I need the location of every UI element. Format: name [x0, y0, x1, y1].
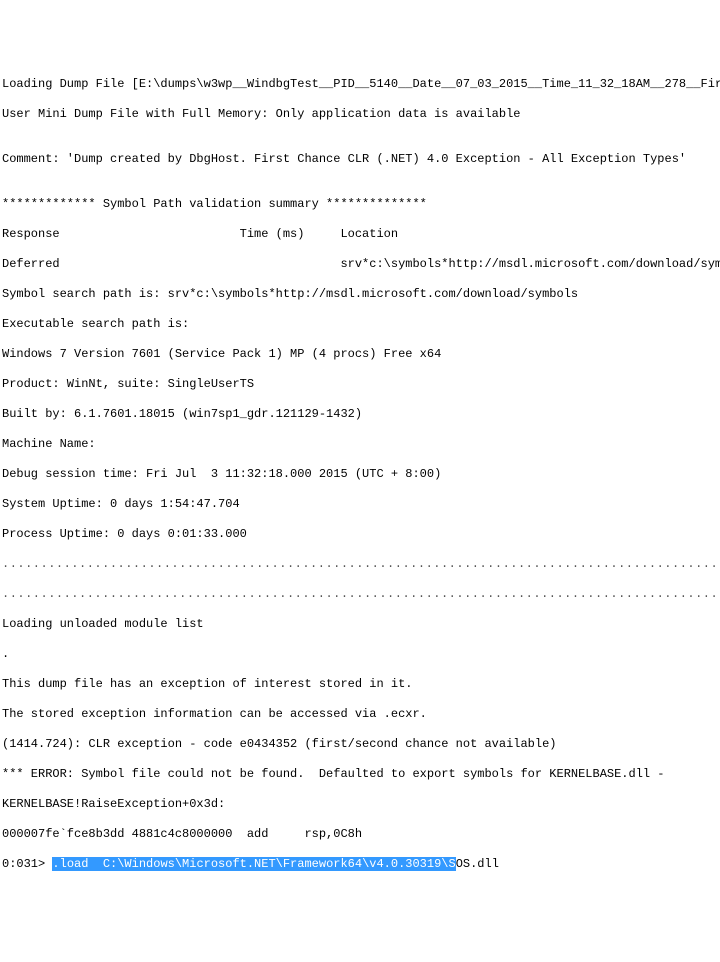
command-line[interactable]: 0:031> .load C:\Windows\Microsoft.NET\Fr…: [2, 857, 718, 872]
output-line: KERNELBASE!RaiseException+0x3d:: [2, 797, 718, 812]
output-line-dots: ........................................…: [2, 587, 718, 602]
output-line: Product: WinNt, suite: SingleUserTS: [2, 377, 718, 392]
output-line: User Mini Dump File with Full Memory: On…: [2, 107, 718, 122]
output-line-dots: ........................................…: [2, 557, 718, 572]
output-line: Deferred srv*c:\symbols*http://msdl.micr…: [2, 257, 718, 272]
output-line: Built by: 6.1.7601.18015 (win7sp1_gdr.12…: [2, 407, 718, 422]
output-line: Windows 7 Version 7601 (Service Pack 1) …: [2, 347, 718, 362]
output-line: The stored exception information can be …: [2, 707, 718, 722]
prompt-prefix: 0:031>: [2, 857, 52, 871]
output-line: Debug session time: Fri Jul 3 11:32:18.0…: [2, 467, 718, 482]
command-tail: OS.dll: [456, 857, 499, 871]
output-line: System Uptime: 0 days 1:54:47.704: [2, 497, 718, 512]
command-highlighted[interactable]: .load C:\Windows\Microsoft.NET\Framework…: [52, 857, 455, 871]
debugger-output: Loading Dump File [E:\dumps\w3wp__Windbg…: [2, 62, 718, 887]
output-line: Executable search path is:: [2, 317, 718, 332]
output-line: 000007fe`fce8b3dd 4881c4c8000000 add rsp…: [2, 827, 718, 842]
output-line: *** ERROR: Symbol file could not be foun…: [2, 767, 718, 782]
output-line: ************* Symbol Path validation sum…: [2, 197, 718, 212]
output-line: Comment: 'Dump created by DbgHost. First…: [2, 152, 718, 167]
output-line: Loading unloaded module list: [2, 617, 718, 632]
output-line: This dump file has an exception of inter…: [2, 677, 718, 692]
output-line: Process Uptime: 0 days 0:01:33.000: [2, 527, 718, 542]
output-line: Response Time (ms) Location: [2, 227, 718, 242]
output-line: Symbol search path is: srv*c:\symbols*ht…: [2, 287, 718, 302]
output-line: (1414.724): CLR exception - code e043435…: [2, 737, 718, 752]
output-line: Machine Name:: [2, 437, 718, 452]
output-line: Loading Dump File [E:\dumps\w3wp__Windbg…: [2, 77, 718, 92]
output-line: .: [2, 647, 718, 662]
